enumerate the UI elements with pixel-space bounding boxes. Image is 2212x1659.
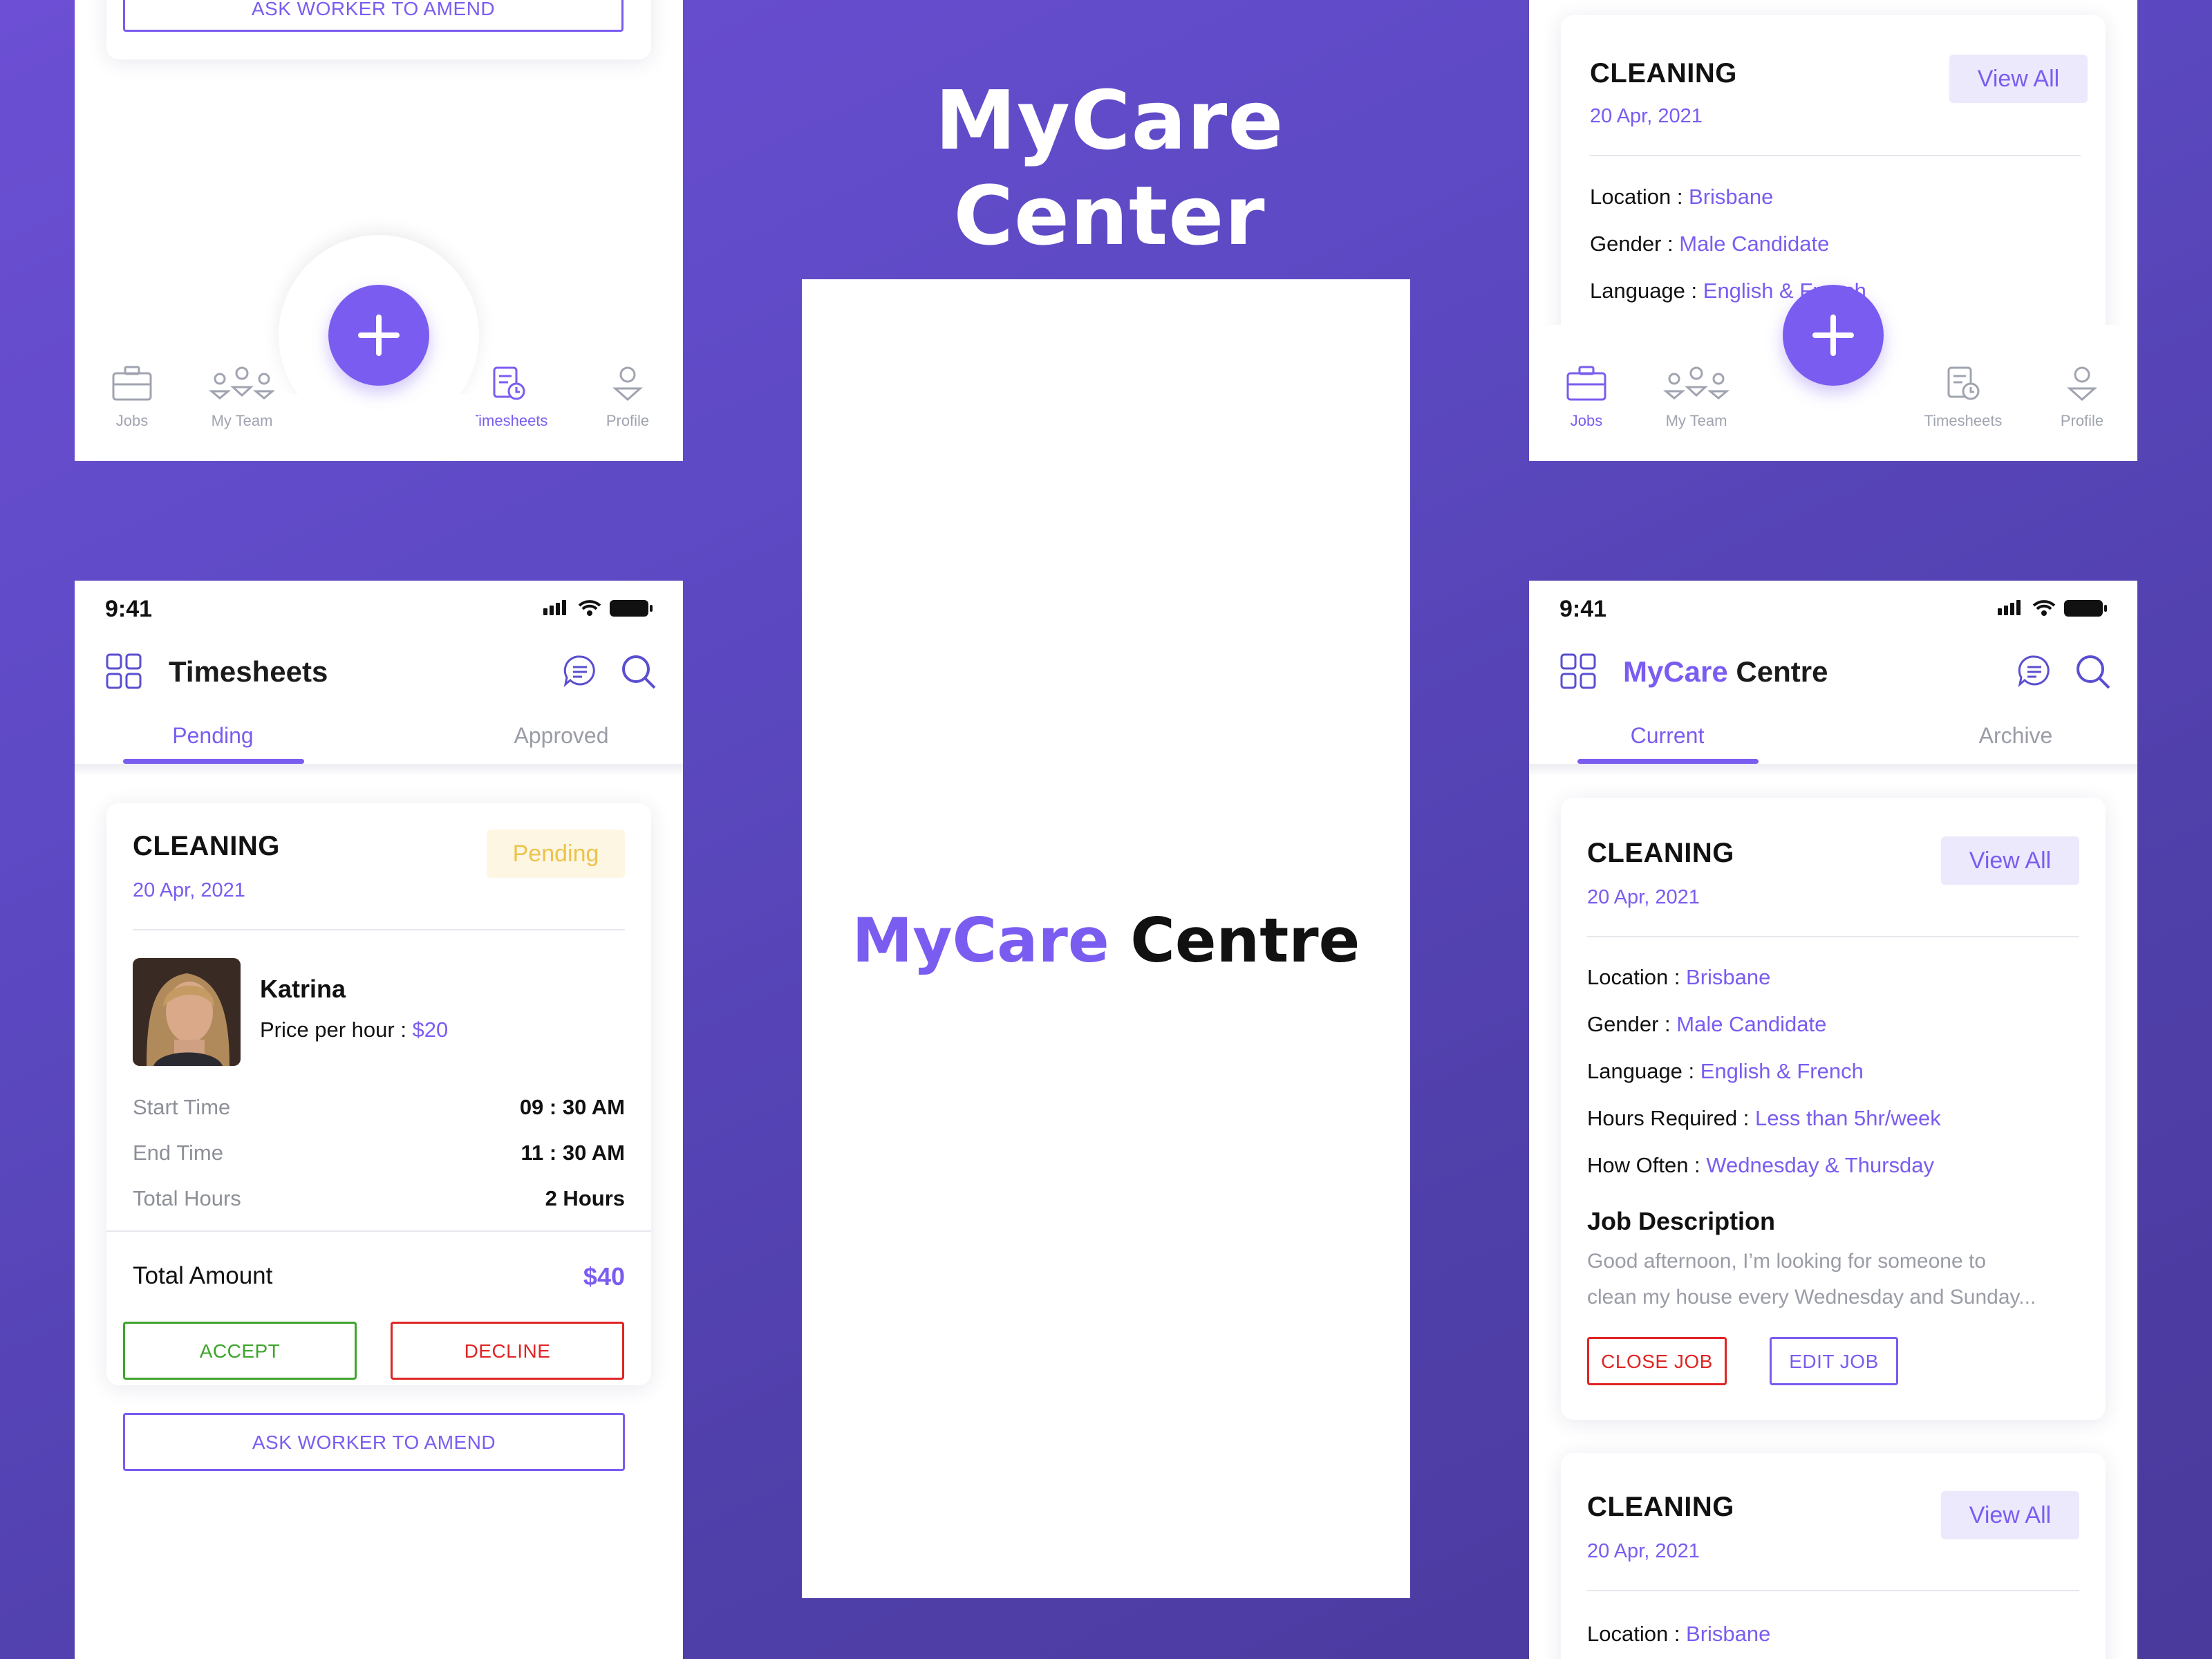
chat-icon[interactable] [563, 654, 597, 688]
nav-my-team[interactable]: My Team [1627, 365, 1765, 430]
page-title: MyCare Centre [1623, 655, 1828, 688]
timesheet-icon [1947, 366, 1980, 400]
top-right-screen: CLEANING 20 Apr, 2021 View All Location … [1529, 0, 2137, 461]
job-card: CLEANING 20 Apr, 2021 View All Location … [1561, 798, 2106, 1420]
location-row: Location : Brisbane [1587, 1622, 1771, 1646]
top-left-screen: ASK WORKER TO AMEND Jobs My Team Timeshe… [75, 0, 683, 461]
price-row: Price per hour : $20 [260, 1018, 449, 1042]
job-title: CLEANING [1590, 58, 1737, 88]
timesheet-card: CLEANING 20 Apr, 2021 Pending Katrina Pr… [106, 803, 651, 1385]
total-hours-label: Total Hours [133, 1186, 241, 1210]
status-icons [1998, 600, 2107, 617]
tab-indicator [1577, 759, 1759, 764]
job-title: CLEANING [1587, 1492, 1734, 1522]
nav-jobs-label: Jobs [115, 412, 149, 429]
splash-logo: MyCare Centre [852, 905, 1360, 976]
grid-menu-icon[interactable] [105, 653, 144, 691]
page-title: Timesheets [169, 655, 328, 688]
job-card: CLEANING 20 Apr, 2021 View All Location … [1561, 1453, 2106, 1659]
total-amount-label: Total Amount [133, 1262, 273, 1289]
chat-icon[interactable] [2017, 654, 2052, 688]
search-icon[interactable] [2074, 653, 2112, 691]
job-description-title: Job Description [1587, 1207, 1776, 1235]
job-date: 20 Apr, 2021 [1587, 886, 1700, 908]
decline-button[interactable]: DECLINE [391, 1322, 624, 1380]
how-often-row: How Often : Wednesday & Thursday [1587, 1153, 1935, 1177]
profile-icon [612, 366, 643, 402]
nav-cover [282, 394, 476, 461]
team-icon [1662, 366, 1730, 400]
view-all-button[interactable]: View All [1949, 55, 2088, 103]
status-badge: Pending [487, 830, 625, 878]
jobs-screen: 9:41 MyCare Centre Current Archive CLEAN… [1529, 581, 2137, 1659]
job-title: CLEANING [133, 831, 280, 861]
tab-archive[interactable]: Archive [1926, 723, 2106, 749]
nav-profile[interactable]: Profile [2013, 365, 2137, 430]
total-amount-value: $40 [583, 1262, 625, 1291]
headline: MyCare Center [935, 73, 1284, 263]
ask-worker-to-amend-button[interactable]: ASK WORKER TO AMEND [123, 0, 624, 32]
status-time: 9:41 [1559, 596, 1607, 622]
tab-current[interactable]: Current [1577, 723, 1757, 749]
nav-timesheets-label: Timesheets [469, 412, 548, 429]
divider [106, 1230, 651, 1232]
divider [1587, 1590, 2079, 1591]
view-all-button[interactable]: View All [1941, 836, 2079, 885]
job-date: 20 Apr, 2021 [1590, 105, 1703, 127]
avatar [133, 958, 241, 1066]
nav-profile-label: Profile [606, 412, 650, 429]
nav-timesheets[interactable]: Timesheets [1894, 365, 2032, 430]
divider [1590, 155, 2081, 156]
divider [133, 929, 625, 930]
end-time-value: 11 : 30 AM [521, 1141, 625, 1165]
header-shadow [75, 764, 683, 776]
briefcase-icon [112, 366, 152, 401]
gender-row: Gender : Male Candidate [1587, 1012, 1827, 1036]
divider [1587, 936, 2079, 937]
nav-jobs-label: Jobs [1570, 412, 1603, 429]
language-row: Language : English & French [1587, 1059, 1864, 1083]
add-button[interactable] [328, 285, 429, 386]
location-row: Location : Brisbane [1587, 965, 1771, 989]
end-time-label: End Time [133, 1141, 223, 1165]
tab-indicator [123, 759, 304, 764]
gender-row: Gender : Male Candidate [1590, 232, 1830, 256]
nav-team-label: My Team [211, 412, 273, 429]
search-icon[interactable] [619, 653, 658, 691]
nav-profile-label: Profile [2060, 412, 2104, 429]
nav-profile[interactable]: Profile [559, 365, 683, 430]
view-all-button[interactable]: View All [1941, 1491, 2079, 1539]
job-description-line-1: Good afternoon, I’m looking for someone … [1587, 1250, 1987, 1273]
close-job-button[interactable]: CLOSE JOB [1587, 1337, 1727, 1385]
status-time: 9:41 [105, 596, 153, 622]
job-description-line-2: clean my house every Wednesday and Sunda… [1587, 1286, 2036, 1309]
profile-icon [2067, 366, 2097, 402]
total-hours-value: 2 Hours [545, 1186, 625, 1210]
job-date: 20 Apr, 2021 [1587, 1540, 1700, 1562]
nav-team-label: My Team [1665, 412, 1727, 429]
splash-screen: MyCare Centre [802, 279, 1410, 1598]
grid-menu-icon[interactable] [1559, 653, 1598, 691]
start-time-label: Start Time [133, 1095, 231, 1119]
job-date: 20 Apr, 2021 [133, 879, 245, 901]
add-button[interactable] [1783, 285, 1884, 386]
start-time-value: 09 : 30 AM [519, 1095, 625, 1119]
location-row: Location : Brisbane [1590, 185, 1774, 209]
timesheets-screen: 9:41 Timesheets Pending Approved CLEANIN… [75, 581, 683, 1659]
tab-pending[interactable]: Pending [123, 723, 303, 749]
hours-required-row: Hours Required : Less than 5hr/week [1587, 1106, 1941, 1130]
header-shadow [1529, 764, 2137, 776]
briefcase-icon [1566, 366, 1606, 401]
job-title: CLEANING [1587, 838, 1734, 868]
tab-approved[interactable]: Approved [471, 723, 651, 749]
nav-timesheets-label: Timesheets [1924, 412, 2003, 429]
ask-worker-to-amend-button[interactable]: ASK WORKER TO AMEND [123, 1413, 625, 1471]
team-icon [208, 366, 276, 400]
accept-button[interactable]: ACCEPT [123, 1322, 357, 1380]
worker-name: Katrina [260, 975, 346, 1003]
edit-job-button[interactable]: EDIT JOB [1770, 1337, 1898, 1385]
timesheet-icon [493, 366, 525, 400]
status-icons [543, 600, 653, 617]
